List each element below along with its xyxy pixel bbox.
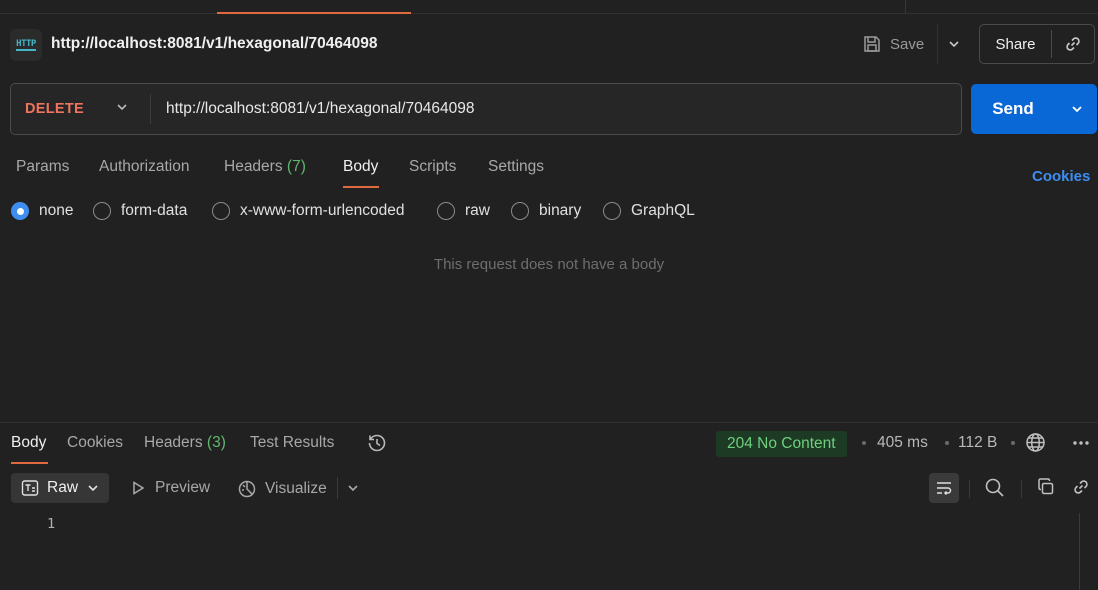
wrap-lines-icon (937, 482, 952, 496)
response-tab-test-results[interactable]: Test Results (250, 434, 334, 452)
share-button[interactable]: Share (980, 36, 1051, 53)
url-divider (150, 94, 151, 124)
view-mode-select[interactable]: Raw (11, 473, 109, 503)
response-tab-headers[interactable]: Headers (3) (144, 434, 226, 452)
chevron-down-icon[interactable] (115, 100, 129, 118)
tab-scripts[interactable]: Scripts (409, 158, 456, 176)
body-option-label: binary (539, 202, 582, 219)
http-request-icon: HTTP (10, 29, 42, 61)
url-input[interactable]: http://localhost:8081/v1/hexagonal/70464… (166, 100, 475, 118)
tab-params[interactable]: Params (16, 158, 69, 176)
response-tab-cookies[interactable]: Cookies (67, 434, 123, 452)
body-option-label: raw (465, 202, 490, 219)
chevron-down-icon (88, 485, 98, 492)
url-bar: DELETE http://localhost:8081/v1/hexagona… (10, 83, 962, 135)
radio-icon (511, 202, 529, 220)
separator-dot (1011, 441, 1015, 445)
cookies-link[interactable]: Cookies (1032, 168, 1090, 185)
more-options-icon[interactable] (1071, 433, 1091, 456)
visualize-label: Visualize (265, 480, 327, 497)
body-option-label: none (39, 202, 74, 219)
tab-headers-count: (7) (286, 158, 306, 175)
visualize-icon (238, 480, 256, 498)
send-options-button[interactable] (1056, 102, 1097, 116)
tab-body[interactable]: Body (343, 158, 378, 176)
radio-icon (437, 202, 455, 220)
view-mode-label: Raw (47, 479, 79, 496)
tab-headers-label: Headers (224, 158, 283, 175)
radio-icon (603, 202, 621, 220)
body-option-label: x-www-form-urlencoded (240, 202, 405, 219)
play-icon (133, 481, 145, 495)
response-status-badge[interactable]: 204 No Content (716, 431, 847, 457)
globe-icon[interactable] (1025, 432, 1046, 457)
top-tab-strip (0, 0, 1098, 14)
link-icon[interactable] (1071, 477, 1091, 501)
chevron-down-icon (1071, 106, 1082, 113)
request-title[interactable]: http://localhost:8081/v1/hexagonal/70464… (51, 35, 378, 53)
active-tab-underline (343, 186, 379, 188)
active-tab-indicator (217, 12, 411, 14)
raw-format-icon (21, 480, 39, 496)
empty-body-message: This request does not have a body (433, 256, 665, 273)
editor-scrollbar[interactable] (1079, 513, 1080, 590)
wrap-lines-button[interactable] (929, 473, 959, 503)
share-button-group: Share (979, 24, 1095, 64)
response-time[interactable]: 405 ms (877, 434, 928, 452)
radio-checked-icon (11, 202, 29, 220)
response-size[interactable]: 112 B (958, 434, 997, 452)
body-option-label: GraphQL (631, 202, 695, 219)
link-icon (1066, 37, 1080, 51)
response-tab-body[interactable]: Body (11, 434, 46, 452)
body-option-binary[interactable]: binary (511, 202, 581, 220)
body-option-none[interactable]: none (11, 202, 73, 220)
save-button[interactable]: Save (862, 31, 924, 57)
body-option-graphql[interactable]: GraphQL (603, 202, 695, 220)
send-button-group: Send (971, 84, 1097, 134)
preview-label: Preview (155, 479, 211, 496)
response-divider[interactable] (0, 422, 1098, 423)
body-option-raw[interactable]: raw (437, 202, 490, 220)
visualize-button[interactable]: Visualize (237, 479, 327, 499)
history-icon[interactable] (366, 432, 388, 458)
tab-settings[interactable]: Settings (488, 158, 544, 176)
radio-icon (93, 202, 111, 220)
send-button[interactable]: Send (971, 99, 1055, 119)
chevron-down-icon (347, 485, 358, 492)
search-icon[interactable] (984, 477, 1005, 502)
body-option-urlencoded[interactable]: x-www-form-urlencoded (212, 202, 405, 220)
separator-dot (862, 441, 866, 445)
response-tab-headers-count: (3) (206, 434, 226, 451)
tab-strip-divider (905, 0, 906, 14)
save-options-button[interactable] (937, 24, 969, 64)
save-label: Save (890, 35, 925, 53)
editor-line-number: 1 (47, 516, 56, 532)
chevron-down-icon (948, 41, 959, 48)
toolbar-divider (969, 480, 970, 498)
separator-dot (945, 441, 949, 445)
toolbar-divider (1021, 480, 1022, 498)
visualize-options-button[interactable] (337, 477, 367, 499)
radio-icon (212, 202, 230, 220)
tab-authorization[interactable]: Authorization (99, 158, 189, 176)
body-option-label: form-data (121, 202, 188, 219)
copy-icon[interactable] (1036, 477, 1056, 501)
preview-button[interactable]: Preview (130, 479, 210, 497)
copy-link-button[interactable] (1052, 34, 1094, 54)
response-active-tab-underline (11, 462, 48, 464)
save-icon (864, 36, 880, 52)
response-tab-headers-label: Headers (144, 434, 203, 451)
http-method-select[interactable]: DELETE (25, 101, 84, 117)
tab-headers[interactable]: Headers (7) (224, 158, 306, 176)
body-option-form-data[interactable]: form-data (93, 202, 187, 220)
http-icon-text: HTTP (16, 39, 36, 51)
